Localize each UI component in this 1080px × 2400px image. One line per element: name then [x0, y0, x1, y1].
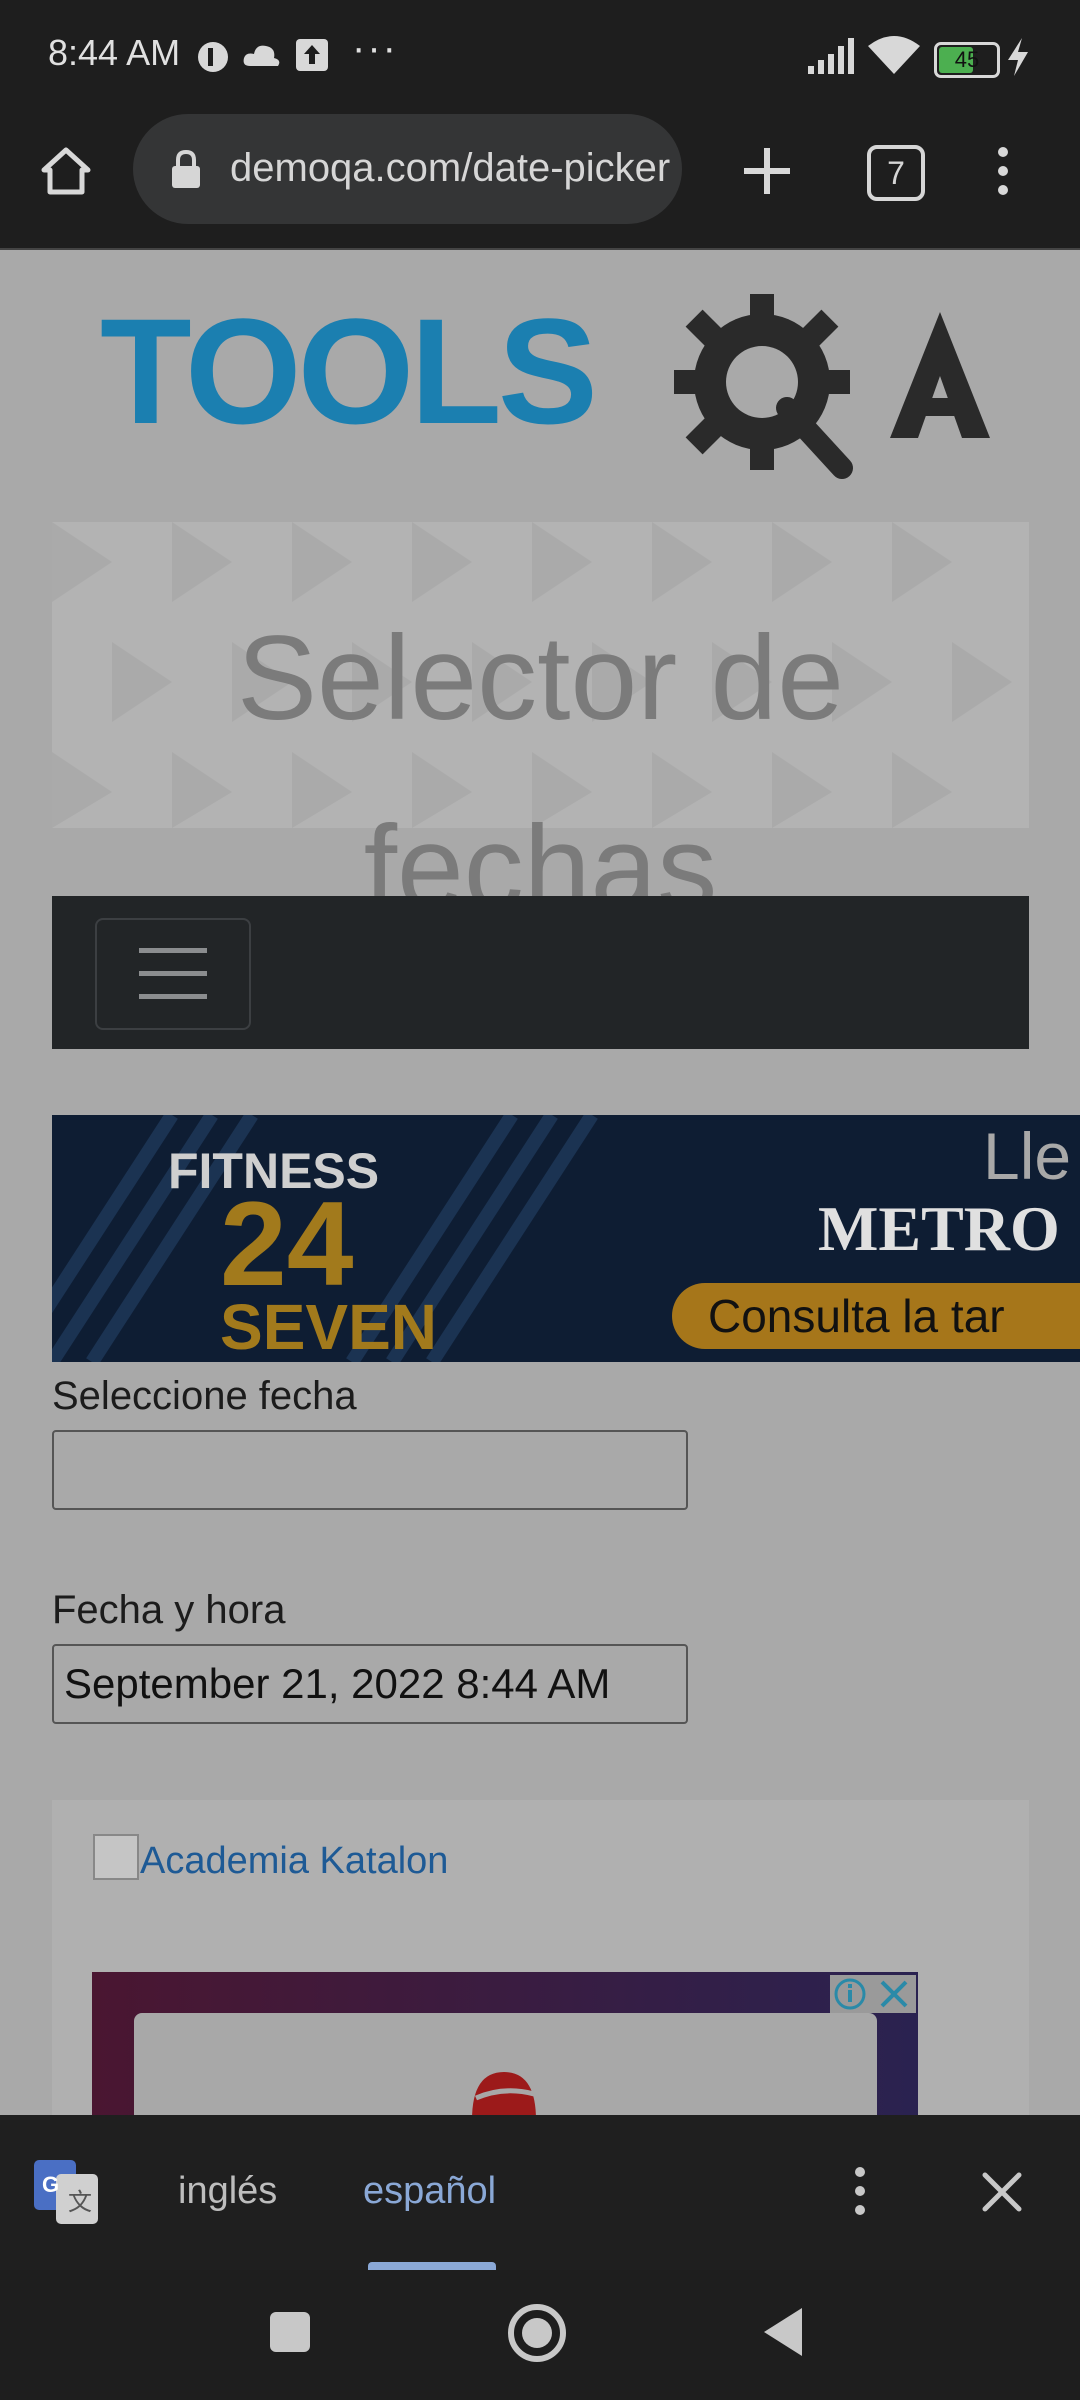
active-language-indicator [368, 2262, 496, 2270]
tab-switcher-button[interactable]: 7 [867, 145, 925, 201]
battery-icon: 45 [934, 42, 1000, 78]
datetime-input[interactable]: September 21, 2022 8:44 AM [52, 1644, 688, 1724]
hamburger-line [139, 948, 207, 953]
lock-icon [172, 150, 200, 188]
app-notification-icon [198, 42, 228, 72]
recent-apps-icon[interactable] [268, 2310, 312, 2354]
upload-icon [296, 39, 328, 71]
ad-headline: Lle [983, 1119, 1072, 1193]
logo-letter-a-icon [890, 312, 990, 438]
logo-text[interactable]: TOOLS [100, 296, 598, 446]
ad-subheadline: METRO [818, 1193, 1060, 1264]
wifi-icon [868, 36, 920, 74]
cloud-icon [243, 45, 280, 66]
katalon-academy-link[interactable]: Academia Katalon [140, 1840, 448, 1883]
translate-bar [0, 2115, 1080, 2270]
hamburger-line [139, 994, 207, 999]
ad-brand-line3: SEVEN [220, 1291, 437, 1363]
broken-image-icon [93, 1834, 139, 1880]
ad-brand-line2: 24 [220, 1177, 354, 1311]
battery-level: 45 [954, 47, 980, 72]
gear-logo-icon [674, 294, 853, 479]
svg-text:G: G [42, 2172, 59, 2197]
ad-info-icon[interactable] [830, 1975, 916, 2013]
back-icon[interactable] [760, 2306, 806, 2358]
target-language-tab[interactable]: español [363, 2170, 496, 2213]
ad-cta-button[interactable]: Consulta la tar [672, 1283, 1080, 1349]
signal-icon [808, 38, 854, 74]
home-icon[interactable] [40, 146, 92, 196]
ad-choices[interactable] [830, 1975, 916, 2013]
hamburger-line [139, 971, 207, 976]
google-translate-icon[interactable]: G 文 [34, 2160, 98, 2224]
more-notifications-icon: ··· [352, 26, 398, 70]
select-date-label: Seleccione fecha [52, 1374, 357, 1418]
select-date-input[interactable] [52, 1430, 688, 1510]
charging-icon [1008, 38, 1028, 76]
hamburger-menu-button[interactable] [95, 918, 251, 1030]
svg-text:文: 文 [68, 2189, 92, 2216]
source-language-tab[interactable]: inglés [178, 2170, 277, 2213]
translate-menu-icon[interactable] [850, 2166, 870, 2216]
home-button-icon[interactable] [506, 2302, 568, 2364]
new-tab-icon[interactable] [742, 146, 792, 196]
status-time: 8:44 AM [48, 32, 181, 73]
airline-logo-icon [472, 2072, 536, 2120]
close-icon[interactable] [982, 2172, 1022, 2212]
datetime-label: Fecha y hora [52, 1588, 286, 1632]
browser-menu-icon[interactable] [993, 146, 1013, 196]
url-text[interactable]: demoqa.com/date-picker [230, 146, 670, 194]
